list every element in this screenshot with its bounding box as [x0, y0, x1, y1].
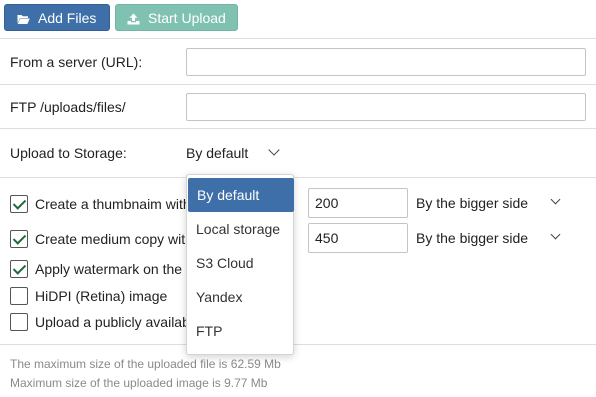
ftp-label: FTP /uploads/files/ — [10, 99, 126, 115]
chevron-down-icon — [550, 229, 561, 240]
divider — [0, 177, 596, 178]
storage-option-s3[interactable]: S3 Cloud — [187, 246, 293, 280]
divider — [0, 84, 596, 85]
folder-open-icon — [17, 12, 30, 24]
thumbnail-side-value: By the bigger side — [416, 195, 529, 211]
start-upload-button[interactable]: Start Upload — [115, 4, 238, 31]
thumbnail-option[interactable]: Create a thumbnaim with — [10, 194, 195, 214]
storage-select[interactable]: By default — [186, 143, 284, 163]
thumbnail-size-input[interactable]: 200 — [308, 188, 408, 218]
thumbnail-side-select[interactable]: By the bigger side — [416, 188, 566, 218]
public-upload-checkbox[interactable] — [10, 313, 28, 331]
public-upload-label: Upload a publicly availab — [35, 314, 190, 330]
public-upload-option[interactable]: Upload a publicly availab — [10, 312, 195, 332]
storage-option-local[interactable]: Local storage — [187, 212, 293, 246]
medium-copy-option[interactable]: Create medium copy with — [10, 229, 195, 249]
divider — [0, 344, 596, 345]
medium-side-value: By the bigger side — [416, 230, 529, 246]
storage-selected-value: By default — [186, 145, 249, 161]
storage-option-yandex[interactable]: Yandex — [187, 280, 293, 314]
max-image-size-text: Maximum size of the uploaded image is 9.… — [10, 376, 268, 390]
chevron-down-icon — [268, 144, 280, 156]
thumbnail-label: Create a thumbnaim with — [35, 196, 191, 212]
thumbnail-checkbox[interactable] — [10, 195, 28, 213]
hidpi-option[interactable]: HiDPI (Retina) image — [10, 286, 167, 306]
hidpi-label: HiDPI (Retina) image — [35, 288, 168, 304]
start-upload-label: Start Upload — [148, 9, 226, 26]
medium-copy-label: Create medium copy with — [35, 231, 193, 247]
hidpi-checkbox[interactable] — [10, 287, 28, 305]
server-url-label: From a server (URL): — [10, 54, 143, 70]
watermark-checkbox[interactable] — [10, 260, 28, 278]
divider — [0, 38, 596, 39]
watermark-option[interactable]: Apply watermark on the — [10, 259, 195, 279]
storage-option-ftp[interactable]: FTP — [187, 314, 293, 348]
medium-copy-checkbox[interactable] — [10, 230, 28, 248]
server-url-input[interactable] — [186, 48, 586, 76]
max-file-size-text: The maximum size of the uploaded file is… — [10, 357, 281, 371]
add-files-label: Add Files — [38, 9, 97, 26]
storage-option-default[interactable]: By default — [188, 178, 294, 212]
storage-label: Upload to Storage: — [10, 145, 127, 161]
ftp-path-input[interactable] — [186, 93, 586, 121]
add-files-button[interactable]: Add Files — [4, 4, 110, 31]
watermark-label: Apply watermark on the — [35, 261, 183, 277]
chevron-down-icon — [550, 194, 561, 205]
medium-side-select[interactable]: By the bigger side — [416, 223, 566, 253]
divider — [0, 128, 596, 129]
storage-dropdown-menu: By default Local storage S3 Cloud Yandex… — [186, 174, 294, 355]
upload-icon — [127, 12, 140, 24]
medium-size-input[interactable]: 450 — [308, 223, 408, 253]
